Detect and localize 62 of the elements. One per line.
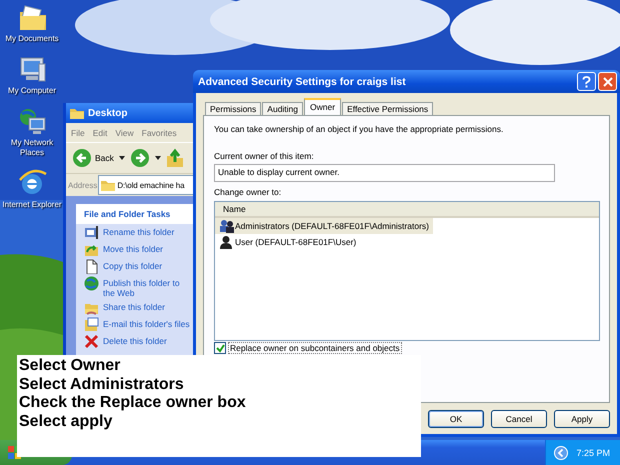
task-link[interactable]: E-mail this folder's files [103, 317, 190, 329]
task-link[interactable]: Share this folder [103, 300, 165, 312]
users-icon [219, 219, 234, 233]
checkbox-label[interactable]: Replace owner on subcontainers and objects [228, 342, 402, 354]
tab[interactable]: Auditing [262, 102, 304, 115]
menu-item[interactable]: File [71, 128, 85, 138]
instruction-line: Select Owner [19, 357, 122, 376]
owner-field[interactable]: Unable to display current owner. [214, 164, 555, 182]
folder-up-icon[interactable] [166, 148, 184, 168]
task-pane-title: File and Folder Tasks [76, 204, 193, 224]
folder-icon [101, 179, 116, 191]
desktop-icon-label[interactable]: My Computer [8, 86, 56, 96]
dialog-button[interactable]: Apply [554, 410, 610, 428]
menu-item[interactable]: View [115, 128, 134, 138]
task-link[interactable]: Publish this folder to the Web [103, 276, 193, 298]
task-link[interactable]: Copy this folder [103, 259, 162, 271]
network-icon [17, 106, 47, 136]
instruction-line: Select Administrators [19, 376, 185, 394]
dialog-button[interactable]: Cancel [491, 410, 547, 428]
list-item[interactable]: User (DEFAULT-68FE01F\User) [215, 234, 360, 250]
user-icon [219, 235, 234, 249]
tab[interactable]: Effective Permissions [342, 102, 434, 115]
task-link[interactable]: Move this folder [103, 242, 163, 254]
desktop-icon-label[interactable]: Internet Explorer [2, 200, 62, 210]
checkbox[interactable] [214, 342, 226, 354]
window-title: Advanced Security Settings for craigs list [198, 76, 407, 88]
help-button[interactable] [577, 72, 596, 91]
mail-icon [84, 317, 99, 332]
tab[interactable]: Owner [304, 98, 342, 115]
clock: 7:25 PM [576, 448, 610, 458]
owner-list[interactable]: Name Administrators (DEFAULT-68FE01F\Administrators) User (DEFAULT-68FE01F\User) [214, 201, 600, 341]
desktop-icon-label[interactable]: My Documents [5, 34, 59, 44]
menu-item[interactable]: Edit [92, 128, 108, 138]
question-icon [582, 76, 591, 88]
address-label: Address [68, 180, 98, 190]
close-icon [602, 76, 612, 86]
instruction-line: Select apply [19, 412, 114, 432]
tab[interactable]: Permissions [205, 102, 262, 115]
globe-icon [84, 276, 99, 291]
task-link[interactable]: Rename this folder [103, 225, 174, 237]
caret-icon[interactable] [118, 156, 125, 160]
column-header[interactable]: Name [215, 202, 599, 218]
instruction-line: Check the Replace owner box [19, 394, 247, 413]
desktop-icon-label[interactable]: My Network Places [1, 138, 63, 158]
field-label: Change owner to: [214, 187, 282, 197]
address-field[interactable]: D:\old emachine ha [98, 175, 193, 195]
document-icon [84, 259, 99, 274]
task-link[interactable]: Delete this folder [103, 334, 167, 346]
back-button[interactable]: Back [72, 148, 114, 168]
list-item[interactable]: Administrators (DEFAULT-68FE01F\Administrators) [215, 218, 433, 234]
caret-icon[interactable] [154, 156, 161, 160]
check-icon [216, 344, 224, 352]
close-button[interactable] [598, 72, 617, 91]
field-label: Current owner of this item: [214, 151, 315, 161]
delete-icon [84, 334, 99, 349]
dialog-button[interactable]: OK [428, 410, 484, 428]
menu-item[interactable]: Favorites [142, 128, 177, 138]
chevron-icon[interactable] [554, 446, 568, 460]
window-title: Desktop [88, 108, 128, 118]
rename-icon [84, 225, 99, 240]
folder-icon [70, 107, 84, 119]
description-text: You can take ownership of an object if you have the appropriate permissions. [214, 124, 504, 134]
